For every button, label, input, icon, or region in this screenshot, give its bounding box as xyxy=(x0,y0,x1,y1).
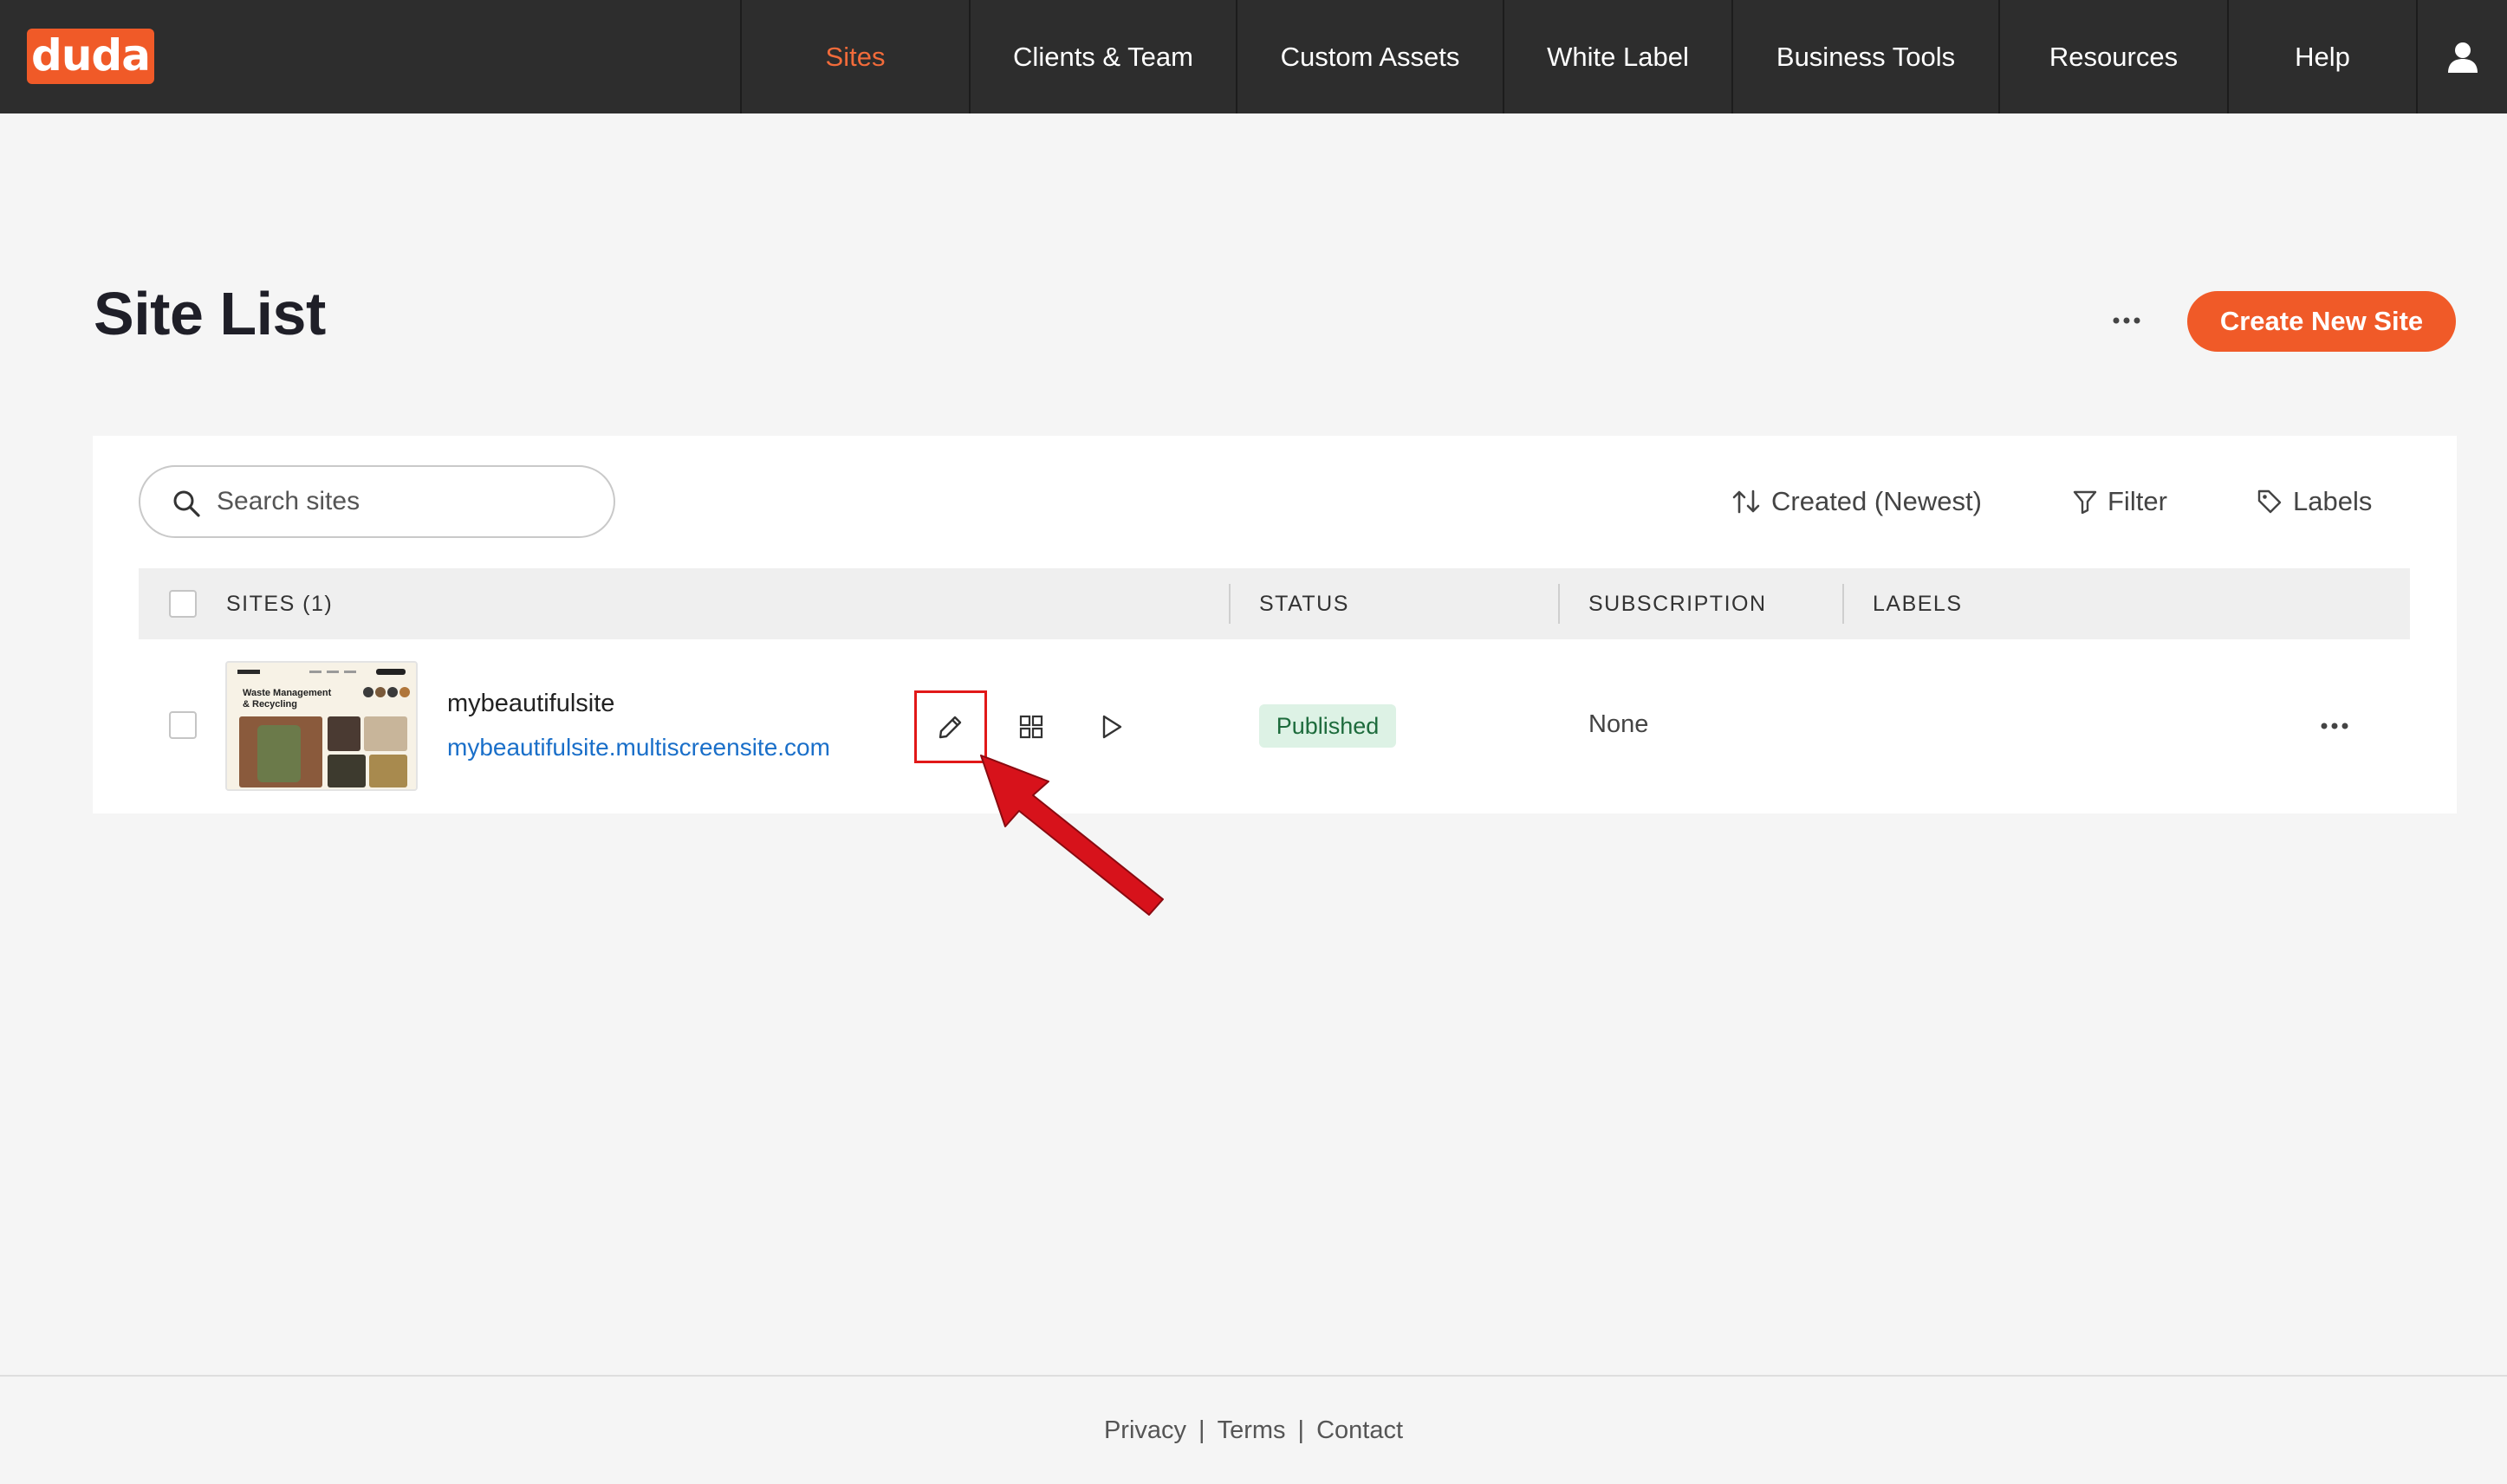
search-sites-input[interactable] xyxy=(217,483,581,521)
sort-arrows-icon xyxy=(1732,489,1760,514)
footer-link-privacy[interactable]: Privacy xyxy=(1104,1416,1186,1445)
nav-item-sites[interactable]: Sites xyxy=(740,0,969,113)
sort-button[interactable]: Created (Newest) xyxy=(1731,481,1982,522)
footer: Privacy | Terms | Contact xyxy=(0,1375,2507,1484)
filter-funnel-icon xyxy=(2073,490,2097,514)
nav-item-resources[interactable]: Resources xyxy=(1998,0,2227,113)
select-all-checkbox[interactable] xyxy=(169,590,197,618)
footer-separator: | xyxy=(1198,1416,1205,1444)
top-navigation-bar: duda Sites Clients & Team Custom Assets … xyxy=(0,0,2507,113)
status-badge-published: Published xyxy=(1259,704,1396,748)
sort-label: Created (Newest) xyxy=(1771,486,1982,516)
labels-button[interactable]: Labels xyxy=(2257,481,2372,522)
table-header: SITES (1) STATUS SUBSCRIPTION LABELS xyxy=(139,568,2410,639)
widgets-grid-icon xyxy=(1019,715,1043,739)
search-box xyxy=(139,465,615,538)
subscription-value: None xyxy=(1588,710,1649,738)
labels-label: Labels xyxy=(2293,486,2373,516)
user-icon xyxy=(2447,42,2478,73)
nav-item-custom-assets[interactable]: Custom Assets xyxy=(1236,0,1503,113)
annotation-arrow-icon xyxy=(980,755,1164,916)
thumbnail-heading: Waste Management xyxy=(243,688,332,698)
column-header-subscription: SUBSCRIPTION xyxy=(1588,592,1767,616)
site-url-link[interactable]: mybeautifulsite.multiscreensite.com xyxy=(447,734,830,761)
widgets-button[interactable] xyxy=(1005,701,1057,753)
footer-link-terms[interactable]: Terms xyxy=(1218,1416,1286,1445)
row-more-options-button[interactable] xyxy=(2309,709,2361,743)
footer-link-contact[interactable]: Contact xyxy=(1316,1416,1403,1445)
search-icon xyxy=(173,490,200,517)
column-header-sites: SITES (1) xyxy=(226,592,334,616)
tag-icon xyxy=(2257,489,2282,514)
duda-logo[interactable]: duda xyxy=(27,29,154,84)
nav-item-clients-team[interactable]: Clients & Team xyxy=(969,0,1236,113)
create-new-site-button[interactable]: Create New Site xyxy=(2187,291,2456,352)
filter-button[interactable]: Filter xyxy=(2073,481,2167,522)
column-divider xyxy=(1842,584,1844,624)
preview-play-icon xyxy=(1102,715,1122,739)
column-header-status: STATUS xyxy=(1259,592,1349,616)
footer-separator: | xyxy=(1297,1416,1305,1444)
nav-item-help[interactable]: Help xyxy=(2227,0,2416,113)
svg-text:& Recycling: & Recycling xyxy=(243,699,297,710)
nav-item-white-label[interactable]: White Label xyxy=(1503,0,1731,113)
row-select-checkbox[interactable] xyxy=(169,711,197,739)
site-thumbnail[interactable]: Waste Management & Recycling xyxy=(225,661,418,791)
page-more-options-button[interactable] xyxy=(2101,303,2153,338)
filter-label: Filter xyxy=(2108,486,2167,516)
user-account-button[interactable] xyxy=(2416,0,2507,113)
column-divider xyxy=(1229,584,1231,624)
site-thumbnail-preview: Waste Management & Recycling xyxy=(227,663,416,789)
column-divider xyxy=(1558,584,1560,624)
more-horizontal-icon xyxy=(2113,317,2140,324)
page-title: Site List xyxy=(94,280,326,347)
site-name[interactable]: mybeautifulsite xyxy=(447,690,614,718)
preview-site-button[interactable] xyxy=(1085,701,1137,753)
nav-item-business-tools[interactable]: Business Tools xyxy=(1731,0,1998,113)
edit-site-button[interactable] xyxy=(925,701,977,753)
edit-pencil-icon xyxy=(939,716,962,739)
more-horizontal-icon xyxy=(2321,723,2348,729)
column-header-labels: LABELS xyxy=(1873,592,1963,616)
